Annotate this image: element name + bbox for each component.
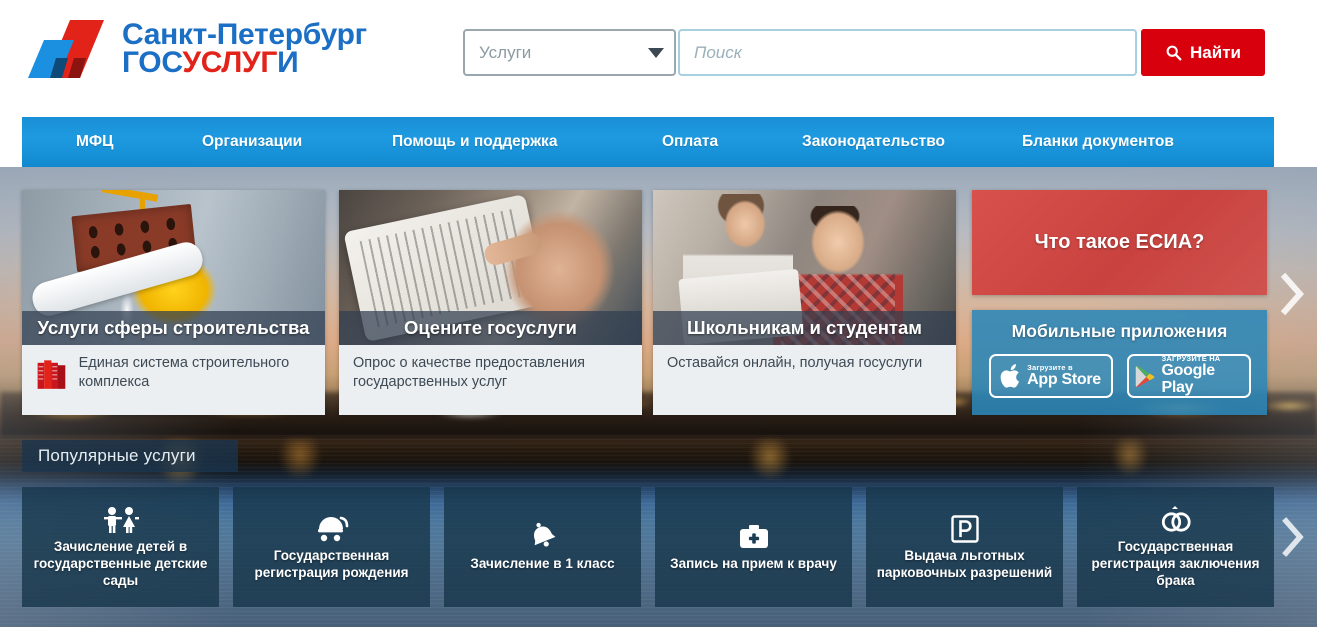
app-store-button[interactable]: Загрузите в App Store — [988, 354, 1113, 398]
service-tile-label: Зачисление в 1 класс — [470, 556, 615, 572]
service-tile-label: Государственная регистрация рождения — [254, 547, 409, 580]
popular-services-title: Популярные услуги — [38, 446, 196, 465]
service-tile-marriage-registration[interactable]: Государственная регистрация заключения б… — [1077, 487, 1274, 607]
popular-services-tiles: Зачисление детей в государственные детск… — [22, 487, 1274, 607]
promo-card-body: Оставайся онлайн, получая госуслуги — [653, 345, 956, 415]
carousel-next-button[interactable] — [1279, 272, 1305, 316]
app-store-big-label: App Store — [1027, 370, 1101, 388]
apple-icon — [1000, 363, 1020, 388]
search-submit-label: Найти — [1190, 42, 1241, 62]
service-tile-kindergarten[interactable]: Зачисление детей в государственные детск… — [22, 487, 219, 607]
service-tile-label: Выдача льготных парковочных разрешений — [876, 547, 1053, 580]
logo-wordmark: Санкт-Петербург ГОСУСЛУГИ — [122, 18, 367, 79]
promo-card-title: Услуги сферы строительства — [22, 311, 325, 345]
logo-uslug: УСЛУГ — [182, 46, 278, 79]
nav-item-legislation[interactable]: Законодательство — [802, 133, 945, 151]
promo-card-students[interactable]: Школьникам и студентам Оставайся онлайн,… — [653, 190, 956, 415]
wedding-rings-icon — [1158, 504, 1194, 534]
google-play-text: ЗАГРУЗИТЕ НА Google Play — [1162, 355, 1243, 396]
service-tile-doctor-appointment[interactable]: Запись на прием к врачу — [655, 487, 852, 607]
promo-card-description: Опрос о качестве предоставления государс… — [353, 355, 586, 390]
page-root: Санкт-Петербург ГОСУСЛУГИ Услуги Поиск Н… — [0, 0, 1317, 627]
service-category-select[interactable]: Услуги — [463, 29, 676, 76]
promo-card-title: Школьникам и студентам — [653, 311, 956, 345]
google-play-icon — [1135, 365, 1154, 387]
esia-banner[interactable]: Что такое ЕСИА? — [972, 190, 1267, 295]
esia-banner-label: Что такое ЕСИА? — [1034, 231, 1205, 253]
store-buttons-row: Загрузите в App Store ЗАГРУЗИТЕ НА Googl… — [972, 354, 1267, 398]
gosuslugi-logo-icon — [22, 18, 110, 80]
promo-card-rate-services[interactable]: Оцените госуслуги Опрос о качестве предо… — [339, 190, 642, 415]
nav-item-payment[interactable]: Оплата — [662, 133, 718, 151]
medical-bag-icon — [738, 521, 770, 551]
promo-card-construction[interactable]: Услуги сферы строительства Единая систем… — [22, 190, 325, 415]
service-tile-parking-permit[interactable]: Выдача льготных парковочных разрешений — [866, 487, 1063, 607]
search-submit-button[interactable]: Найти — [1141, 29, 1265, 76]
mobile-apps-panel: Мобильные приложения Загрузите в App Sto… — [972, 310, 1267, 415]
promo-card-description: Оставайся онлайн, получая госуслуги — [667, 355, 923, 371]
logo-gos: ГОС — [122, 46, 183, 79]
app-store-text: Загрузите в App Store — [1027, 363, 1101, 389]
logo-line-city: Санкт-Петербург — [122, 18, 367, 52]
logo-line-gosuslugi: ГОСУСЛУГИ — [122, 46, 367, 79]
nav-item-organizations[interactable]: Организации — [202, 133, 302, 151]
stroller-icon — [315, 513, 349, 543]
popular-services-header: Популярные услуги — [22, 440, 238, 472]
site-header: Санкт-Петербург ГОСУСЛУГИ Услуги Поиск Н… — [0, 0, 1317, 105]
logo-i: И — [277, 46, 299, 79]
promo-card-description: Единая система строительного комплекса — [78, 355, 290, 390]
hand-shape — [499, 198, 619, 328]
search-input[interactable]: Поиск — [678, 29, 1137, 76]
google-play-button[interactable]: ЗАГРУЗИТЕ НА Google Play — [1126, 354, 1251, 398]
nav-item-help-support[interactable]: Помощь и поддержка — [392, 133, 557, 151]
main-navigation: МФЦ Организации Помощь и поддержка Оплат… — [22, 117, 1274, 167]
crane-shape — [101, 190, 159, 202]
service-tile-label: Государственная регистрация заключения б… — [1091, 539, 1260, 588]
parking-icon — [950, 513, 979, 543]
mobile-apps-title: Мобильные приложения — [1011, 321, 1228, 341]
service-category-value: Услуги — [479, 42, 532, 62]
promo-card-body: Единая система строительного комплекса — [22, 345, 325, 415]
school-bell-icon — [527, 521, 559, 551]
popular-services-next-button[interactable] — [1281, 516, 1305, 558]
site-logo[interactable]: Санкт-Петербург ГОСУСЛУГИ — [22, 18, 367, 80]
search-placeholder: Поиск — [694, 42, 742, 62]
promo-card-title: Оцените госуслуги — [339, 311, 642, 345]
google-play-big-label: Google Play — [1161, 362, 1216, 396]
service-tile-label: Зачисление детей в государственные детск… — [33, 539, 208, 588]
service-tile-label: Запись на прием к врачу — [670, 556, 837, 572]
search-icon — [1166, 45, 1182, 61]
nav-item-document-forms[interactable]: Бланки документов — [1022, 133, 1174, 151]
chevron-right-icon — [1280, 272, 1305, 316]
chevron-down-icon — [648, 47, 664, 58]
service-tile-birth-registration[interactable]: Государственная регистрация рождения — [233, 487, 430, 607]
service-tile-first-grade[interactable]: Зачисление в 1 класс — [444, 487, 641, 607]
chevron-right-icon — [1282, 517, 1304, 557]
promo-card-body: Опрос о качестве предоставления государс… — [339, 345, 642, 415]
children-icon — [101, 504, 141, 534]
building-complex-icon — [37, 360, 66, 389]
nav-item-mfc[interactable]: МФЦ — [76, 133, 113, 151]
